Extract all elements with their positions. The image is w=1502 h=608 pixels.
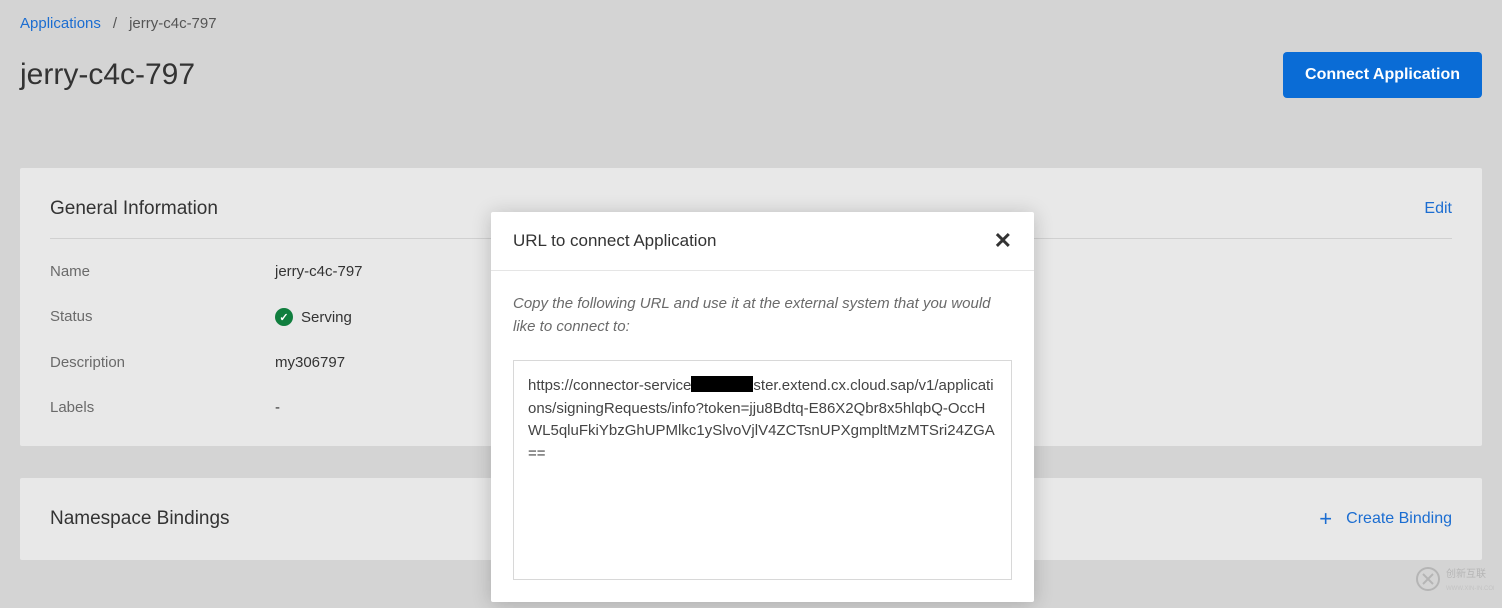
- modal-hint: Copy the following URL and use it at the…: [513, 293, 1012, 338]
- status-value: Serving: [301, 309, 352, 326]
- connection-url-box[interactable]: https://connector-servicester.extend.cx.…: [513, 360, 1012, 580]
- page-title: jerry-c4c-797: [20, 58, 195, 92]
- close-icon[interactable]: ✕: [994, 230, 1012, 252]
- connect-url-modal: URL to connect Application ✕ Copy the fo…: [491, 212, 1034, 602]
- namespace-bindings-heading: Namespace Bindings: [50, 508, 230, 530]
- status-serving-icon: [275, 308, 293, 326]
- description-value: my306797: [275, 354, 345, 371]
- svg-text:创新互联: 创新互联: [1446, 567, 1486, 580]
- name-label: Name: [50, 263, 275, 280]
- create-binding-button[interactable]: + Create Binding: [1319, 508, 1452, 530]
- svg-text:WWW.XIN-IN.COM: WWW.XIN-IN.COM: [1446, 586, 1494, 592]
- name-value: jerry-c4c-797: [275, 263, 363, 280]
- url-part1: https://connector-service: [528, 377, 691, 394]
- breadcrumb-separator: /: [113, 15, 117, 32]
- create-binding-label: Create Binding: [1346, 510, 1452, 528]
- edit-link[interactable]: Edit: [1424, 200, 1452, 218]
- plus-icon: +: [1319, 508, 1332, 530]
- connect-application-button[interactable]: Connect Application: [1283, 52, 1482, 98]
- watermark-logo: 创新互联 WWW.XIN-IN.COM: [1414, 560, 1494, 598]
- modal-title: URL to connect Application: [513, 231, 717, 251]
- redacted-segment: [691, 376, 753, 392]
- status-label: Status: [50, 308, 275, 326]
- labels-label: Labels: [50, 399, 275, 416]
- breadcrumb: Applications / jerry-c4c-797: [20, 15, 1482, 32]
- labels-value: -: [275, 399, 280, 416]
- description-label: Description: [50, 354, 275, 371]
- breadcrumb-root-link[interactable]: Applications: [20, 15, 101, 32]
- breadcrumb-current: jerry-c4c-797: [129, 15, 217, 32]
- general-information-heading: General Information: [50, 198, 218, 220]
